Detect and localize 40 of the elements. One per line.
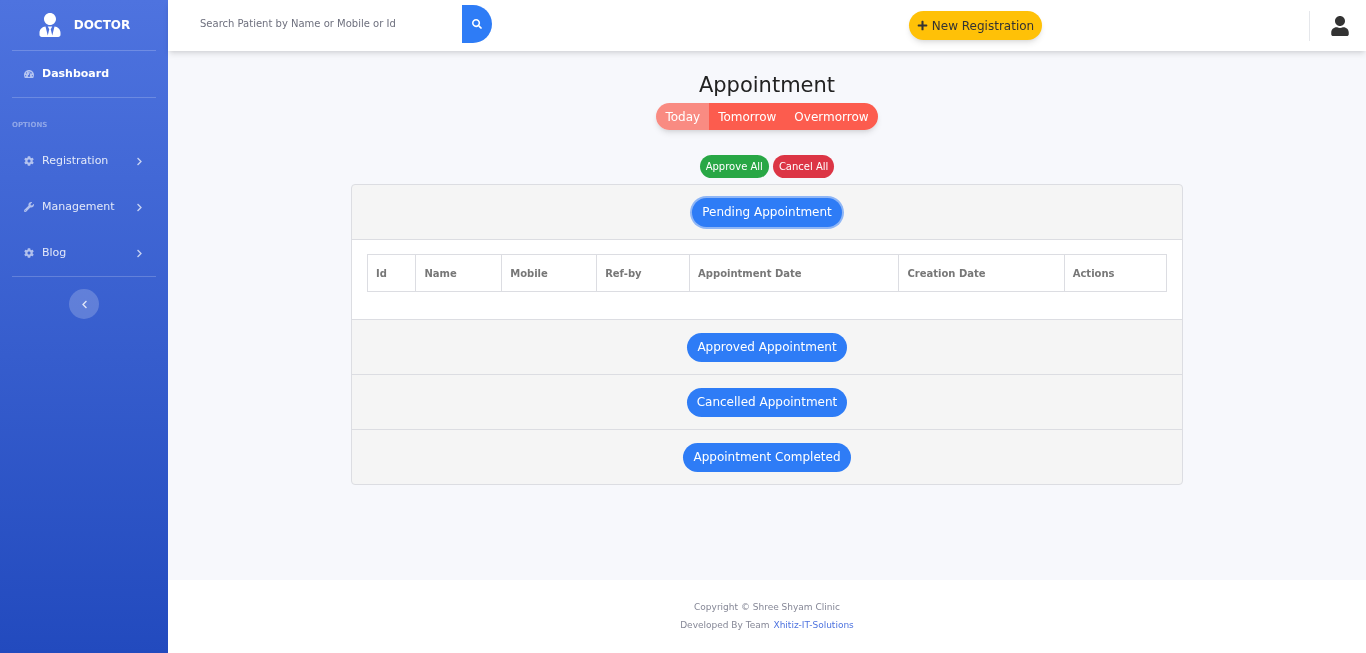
column-header: Ref-by <box>596 254 690 292</box>
doctor-icon <box>37 13 62 37</box>
day-tab[interactable]: Tomorrow <box>709 103 786 130</box>
developer-link[interactable]: Xhitiz-IT-Solutions <box>773 618 854 632</box>
sidebar-item[interactable]: Blog <box>12 230 156 276</box>
column-header: Appointment Date <box>689 254 899 292</box>
user-avatar-icon[interactable] <box>1330 15 1350 36</box>
new-registration-button[interactable]: New Registration <box>908 11 1043 40</box>
wrench-icon <box>24 202 34 212</box>
sidebar-item[interactable]: Management <box>12 184 156 230</box>
page-title: Appointment <box>698 72 836 99</box>
column-header: Mobile <box>501 254 597 292</box>
search-icon <box>472 18 482 29</box>
column-header: Id <box>367 254 416 292</box>
plus-icon <box>916 20 928 31</box>
chevron-right-icon <box>135 202 144 212</box>
search-field[interactable]: Search Patient by Name or Mobile or Id <box>200 16 462 31</box>
chevron-left-icon <box>79 299 89 309</box>
gear-icon <box>24 156 34 166</box>
column-header: Creation Date <box>898 254 1065 292</box>
search-button[interactable] <box>462 4 492 43</box>
chevron-right-icon <box>135 248 144 258</box>
developed-by-text: Developed By Team <box>680 618 770 632</box>
copyright-text: Copyright © Shree Shyam Clinic <box>694 601 840 614</box>
section-toggle-button[interactable]: Cancelled Appointment <box>686 387 848 417</box>
section-toggle-button[interactable]: Pending Appointment <box>692 197 842 227</box>
column-header: Actions <box>1064 254 1167 292</box>
day-tab[interactable]: Overmorrow <box>785 103 878 130</box>
chevron-right-icon <box>135 156 144 166</box>
section-toggle-button[interactable]: Appointment Completed <box>683 442 851 472</box>
brand-name: DOCTOR <box>73 17 131 34</box>
sidebar-item[interactable]: Registration <box>12 138 156 184</box>
column-header: Name <box>415 254 502 292</box>
section-toggle-button[interactable]: Approved Appointment <box>687 332 847 362</box>
gear-icon <box>24 248 34 258</box>
sidebar-item[interactable]: Dashboard <box>12 51 156 97</box>
approve-all-button[interactable]: Approve All <box>699 155 769 178</box>
cancel-all-button[interactable]: Cancel All <box>772 155 835 178</box>
day-tab[interactable]: Today <box>656 103 710 130</box>
gauge-icon <box>24 69 34 79</box>
